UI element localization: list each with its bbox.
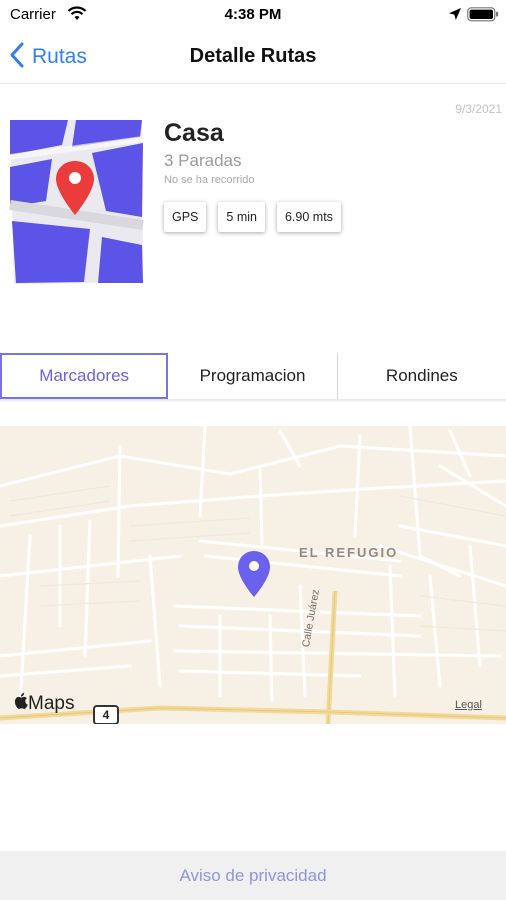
status-bar: Carrier 4:38 PM [0, 0, 506, 30]
legal-link[interactable]: Legal [455, 699, 482, 711]
navigation-bar: Rutas Detalle Rutas [0, 32, 506, 84]
clock: 4:38 PM [224, 6, 282, 23]
maps-attribution-label: Maps [28, 692, 75, 714]
map-marker-icon[interactable] [237, 550, 271, 603]
page-title: Detalle Rutas [189, 45, 317, 67]
footer-bar: Aviso de privacidad [0, 851, 506, 900]
mode-chip: GPS [164, 202, 207, 232]
tab-rondines[interactable]: Rondines [338, 353, 506, 399]
maps-attribution: Maps [13, 692, 74, 715]
privacy-notice-link[interactable]: Aviso de privacidad [179, 866, 326, 886]
map-view[interactable]: EL REFUGIO Calle Juárez 4 Maps Legal [0, 426, 506, 724]
tab-programacion[interactable]: Programacion [168, 353, 336, 399]
route-status: No se ha recorrido [164, 174, 255, 186]
location-arrow-icon [448, 7, 462, 26]
apple-logo-icon [13, 692, 28, 715]
route-name: Casa [164, 119, 224, 147]
distance-chip: 6.90 mts [276, 202, 341, 232]
tabs-shadow [0, 399, 506, 403]
map-area-label: EL REFUGIO [299, 545, 399, 560]
segmented-tabs: Marcadores Programacion Rondines [0, 353, 506, 399]
route-date: 9/3/2021 [455, 102, 502, 116]
tab-marcadores[interactable]: Marcadores [0, 353, 169, 399]
duration-chip: 5 min [218, 202, 265, 232]
route-info-chips: GPS 5 min 6.90 mts [164, 202, 341, 232]
route-stops-count: 3 Paradas [164, 151, 242, 170]
route-map-thumbnail [6, 117, 144, 287]
battery-icon [467, 7, 499, 27]
road-number-badge: 4 [93, 705, 119, 724]
